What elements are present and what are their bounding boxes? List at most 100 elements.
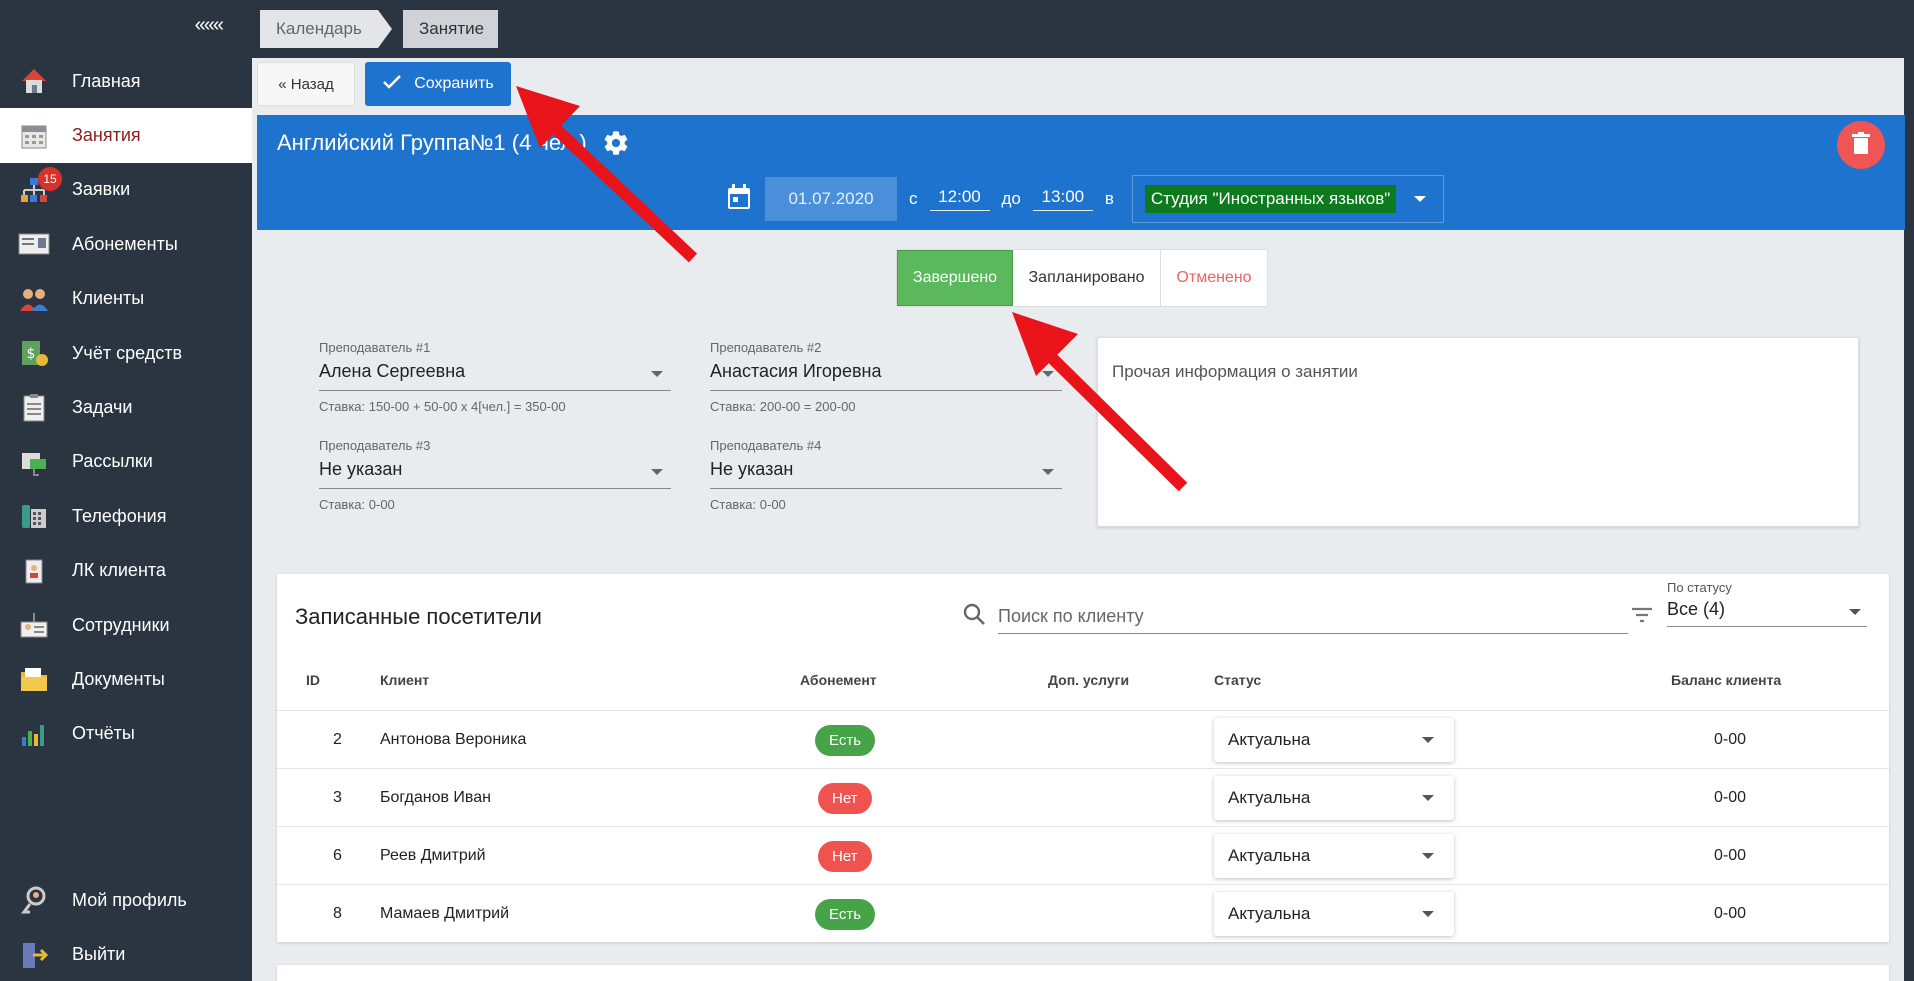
sidebar-item-employees[interactable]: Сотрудники: [0, 598, 252, 652]
row-id: 2: [333, 731, 342, 748]
time-from-field[interactable]: 12:00: [929, 187, 990, 211]
row-status-select[interactable]: Актуальна: [1214, 718, 1454, 762]
sidebar-item-label: Телефония: [72, 505, 167, 526]
row-id: 3: [333, 789, 342, 806]
employees-icon: [18, 609, 50, 641]
top-bar: [252, 0, 1914, 58]
sidebar-item-mailings[interactable]: Рассылки: [0, 435, 252, 489]
gear-icon[interactable]: [602, 129, 630, 162]
status-tab-planned[interactable]: Запланировано: [1013, 250, 1161, 306]
teacher-4-select[interactable]: Не указан: [710, 459, 1062, 489]
chevron-down-icon: [1422, 795, 1434, 801]
teacher-4-value: Не указан: [710, 459, 794, 479]
calendar-icon: [18, 120, 50, 152]
sidebar-item-lessons[interactable]: Занятия: [0, 108, 252, 163]
row-status-select[interactable]: Актуальна: [1214, 776, 1454, 820]
sidebar-item-label: Задачи: [72, 397, 133, 418]
column-header-client: Клиент: [380, 672, 430, 688]
phone-icon: [18, 500, 50, 532]
sidebar-item-client-account[interactable]: ЛК клиента: [0, 544, 252, 598]
to-label: до: [1001, 189, 1021, 208]
status-tab-done[interactable]: Завершено: [897, 250, 1013, 306]
visitors-card: Записанные посетители Поиск по клиенту П…: [277, 574, 1889, 942]
requests-badge: 15: [38, 166, 62, 191]
sidebar-item-reports[interactable]: Отчёты: [0, 707, 252, 761]
teacher-1-rate: Ставка: 150-00 + 50-00 x 4[чел.] = 350-0…: [319, 399, 566, 414]
scrollbar[interactable]: [1904, 0, 1914, 981]
status-filter[interactable]: По статусу Все (4): [1667, 580, 1867, 627]
lesson-header: Английский Группа№1 (4 чел.) 01.07.2020 …: [257, 115, 1905, 230]
search-input[interactable]: Поиск по клиенту: [998, 600, 1628, 634]
chevron-down-icon: [1422, 737, 1434, 743]
money-icon: $: [18, 337, 50, 369]
row-client[interactable]: Антонова Вероника: [380, 711, 526, 769]
reports-icon: [18, 718, 50, 750]
sidebar-item-label: Отчёты: [72, 723, 135, 744]
sidebar-item-documents[interactable]: Документы: [0, 652, 252, 706]
chevron-down-icon: [1414, 196, 1427, 202]
teacher-1-label: Преподаватель #1: [319, 340, 431, 355]
sidebar-item-clients[interactable]: Клиенты: [0, 272, 252, 326]
status-tab-cancelled[interactable]: Отменено: [1161, 250, 1267, 306]
column-header-subscription: Абонемент: [800, 672, 877, 688]
row-status-select[interactable]: Актуальна: [1214, 834, 1454, 878]
notes-placeholder: Прочая информация о занятии: [1112, 362, 1358, 381]
row-client[interactable]: Богданов Иван: [380, 769, 491, 827]
lesson-notes-textarea[interactable]: Прочая информация о занятии: [1097, 337, 1859, 527]
teacher-2-select[interactable]: Анастасия Игоревна: [710, 361, 1062, 391]
calendar-icon[interactable]: [727, 183, 751, 215]
sidebar-item-label: Документы: [72, 668, 165, 689]
sidebar-item-logout[interactable]: Выйти: [0, 927, 252, 981]
trash-icon: [1851, 131, 1871, 159]
tasks-icon: [18, 392, 50, 424]
chevron-down-icon: [1422, 911, 1434, 917]
sidebar-item-requests[interactable]: 15 Заявки: [0, 163, 252, 217]
teacher-1-select[interactable]: Алена Сергеевна: [319, 361, 671, 391]
teacher-3-label: Преподаватель #3: [319, 438, 431, 453]
time-to-field[interactable]: 13:00: [1032, 187, 1093, 211]
row-client[interactable]: Реев Дмитрий: [380, 827, 486, 885]
breadcrumb-calendar[interactable]: Календарь: [260, 10, 392, 48]
row-balance: 0-00: [1714, 789, 1747, 806]
save-button-label: Сохранить: [414, 75, 494, 92]
mailing-icon: [18, 446, 50, 478]
save-button[interactable]: Сохранить: [365, 62, 511, 106]
column-header-id: ID: [306, 672, 320, 688]
sidebar: ««« Главная Занятия 15 Заявки Абонементы: [0, 0, 252, 981]
delete-button[interactable]: [1837, 121, 1885, 169]
visitors-title: Записанные посетители: [295, 604, 542, 629]
sidebar-item-label: Заявки: [72, 179, 131, 200]
column-header-extra: Доп. услуги: [1048, 672, 1130, 688]
home-icon: [18, 65, 50, 97]
status-filter-select[interactable]: Все (4): [1667, 599, 1867, 627]
teacher-2-field: Преподаватель #2 Анастасия Игоревна Став…: [710, 340, 1062, 414]
svg-text:$: $: [27, 346, 36, 362]
date-field[interactable]: 01.07.2020: [765, 177, 897, 221]
row-status-value: Актуальна: [1228, 904, 1311, 923]
clients-icon: [18, 283, 50, 315]
subscription-badge: Нет: [818, 782, 872, 814]
sidebar-item-label: Клиенты: [72, 288, 145, 309]
sidebar-item-home[interactable]: Главная: [0, 54, 252, 108]
row-status-value: Актуальна: [1228, 788, 1311, 807]
sidebar-item-tasks[interactable]: Задачи: [0, 380, 252, 434]
row-id: 8: [333, 905, 342, 922]
chevron-down-icon: [1042, 371, 1054, 377]
room-select[interactable]: Студия "Иностранных языков": [1131, 175, 1444, 223]
status-filter-value: Все (4): [1667, 599, 1726, 619]
filter-icon[interactable]: [1630, 606, 1654, 629]
sidebar-item-subscriptions[interactable]: Абонементы: [0, 217, 252, 271]
sidebar-item-telephony[interactable]: Телефония: [0, 489, 252, 543]
in-label: в: [1104, 189, 1114, 208]
status-filter-label: По статусу: [1667, 580, 1732, 595]
sidebar-collapse-button[interactable]: «««: [195, 14, 224, 37]
sidebar-item-finance[interactable]: $ Учёт средств: [0, 326, 252, 380]
row-client[interactable]: Мамаев Дмитрий: [380, 885, 509, 943]
back-button[interactable]: « Назад: [257, 62, 355, 106]
chevron-down-icon: [1422, 853, 1434, 859]
lesson-title: Английский Группа№1 (4 чел.): [277, 130, 587, 155]
sidebar-item-profile[interactable]: Мой профиль: [0, 873, 252, 927]
teacher-1-field: Преподаватель #1 Алена Сергеевна Ставка:…: [319, 340, 671, 414]
teacher-3-select[interactable]: Не указан: [319, 459, 671, 489]
row-status-select[interactable]: Актуальна: [1214, 892, 1454, 936]
